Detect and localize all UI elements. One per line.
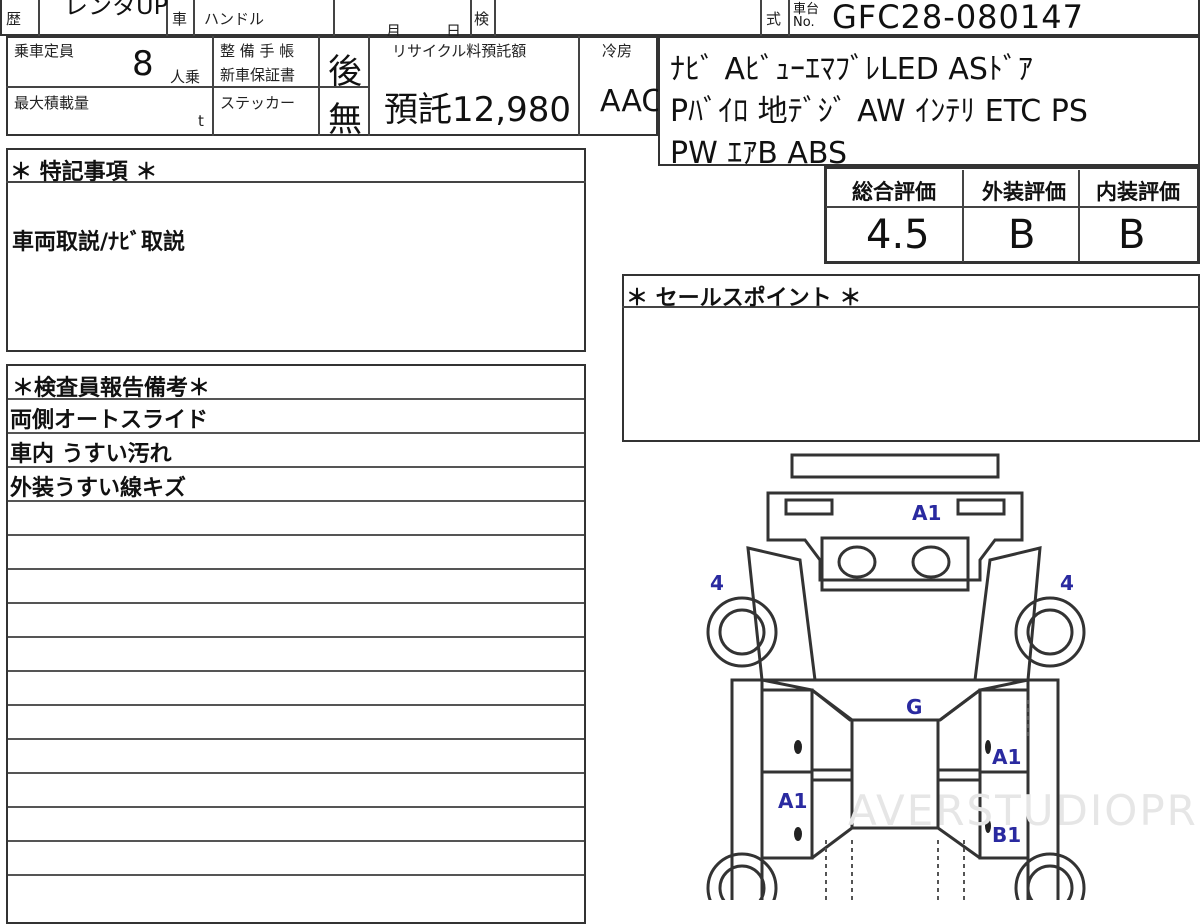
door-handle-left-front xyxy=(794,740,802,754)
car-damage-diagram: A1 4 4 G A1 A1 B1 xyxy=(706,453,1086,900)
mark-left-front-tire: 4 xyxy=(710,571,724,595)
mark-left-door: A1 xyxy=(778,789,807,813)
door-handle-right-front xyxy=(985,740,991,754)
watermark: AVERSTUDIOPRO xyxy=(848,786,1200,835)
mark-right-front-tire: 4 xyxy=(1060,571,1074,595)
door-handle-left-rear xyxy=(794,827,802,841)
mark-front-center: A1 xyxy=(912,501,941,525)
mark-roof: G xyxy=(906,695,922,719)
mark-right-door: A1 xyxy=(992,745,1021,769)
